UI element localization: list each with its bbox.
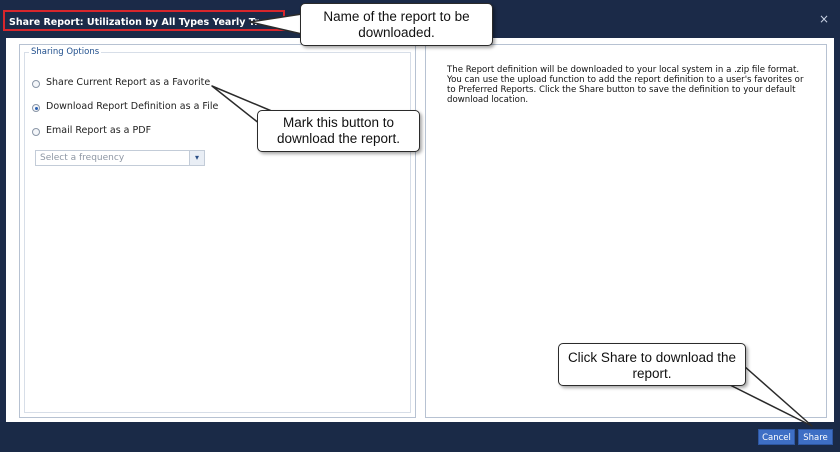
callout-report-name: Name of the report to be downloaded. bbox=[300, 3, 493, 46]
frequency-select[interactable]: Select a frequency ▾ bbox=[35, 150, 205, 166]
option-label: Download Report Definition as a File bbox=[46, 100, 219, 112]
option-label: Share Current Report as a Favorite bbox=[46, 76, 211, 88]
radio-download-definition[interactable] bbox=[32, 104, 40, 112]
option-label: Email Report as a PDF bbox=[46, 124, 152, 136]
sharing-options-legend: Sharing Options bbox=[31, 47, 100, 57]
cancel-button[interactable]: Cancel bbox=[758, 429, 795, 445]
close-icon[interactable]: × bbox=[818, 13, 830, 25]
sharing-options-group: Sharing Options Share Current Report as … bbox=[24, 47, 411, 413]
callout-click-share: Click Share to download the report. bbox=[558, 343, 746, 386]
option-download-definition[interactable]: Download Report Definition as a File bbox=[32, 99, 218, 113]
option-email-pdf[interactable]: Email Report as a PDF bbox=[32, 123, 151, 137]
radio-share-favorite[interactable] bbox=[32, 80, 40, 88]
dialog-title: Share Report: Utilization by All Types Y… bbox=[3, 10, 285, 31]
callout-mark-button: Mark this button to download the report. bbox=[257, 110, 420, 152]
sharing-options-panel: Sharing Options Share Current Report as … bbox=[19, 44, 416, 418]
dialog-footer bbox=[0, 422, 840, 452]
share-button[interactable]: Share bbox=[798, 429, 833, 445]
chevron-down-icon[interactable]: ▾ bbox=[189, 150, 205, 166]
share-description: The Report definition will be downloaded… bbox=[447, 65, 804, 105]
option-share-favorite[interactable]: Share Current Report as a Favorite bbox=[32, 75, 210, 89]
frequency-placeholder: Select a frequency bbox=[40, 153, 125, 163]
radio-email-pdf[interactable] bbox=[32, 128, 40, 136]
